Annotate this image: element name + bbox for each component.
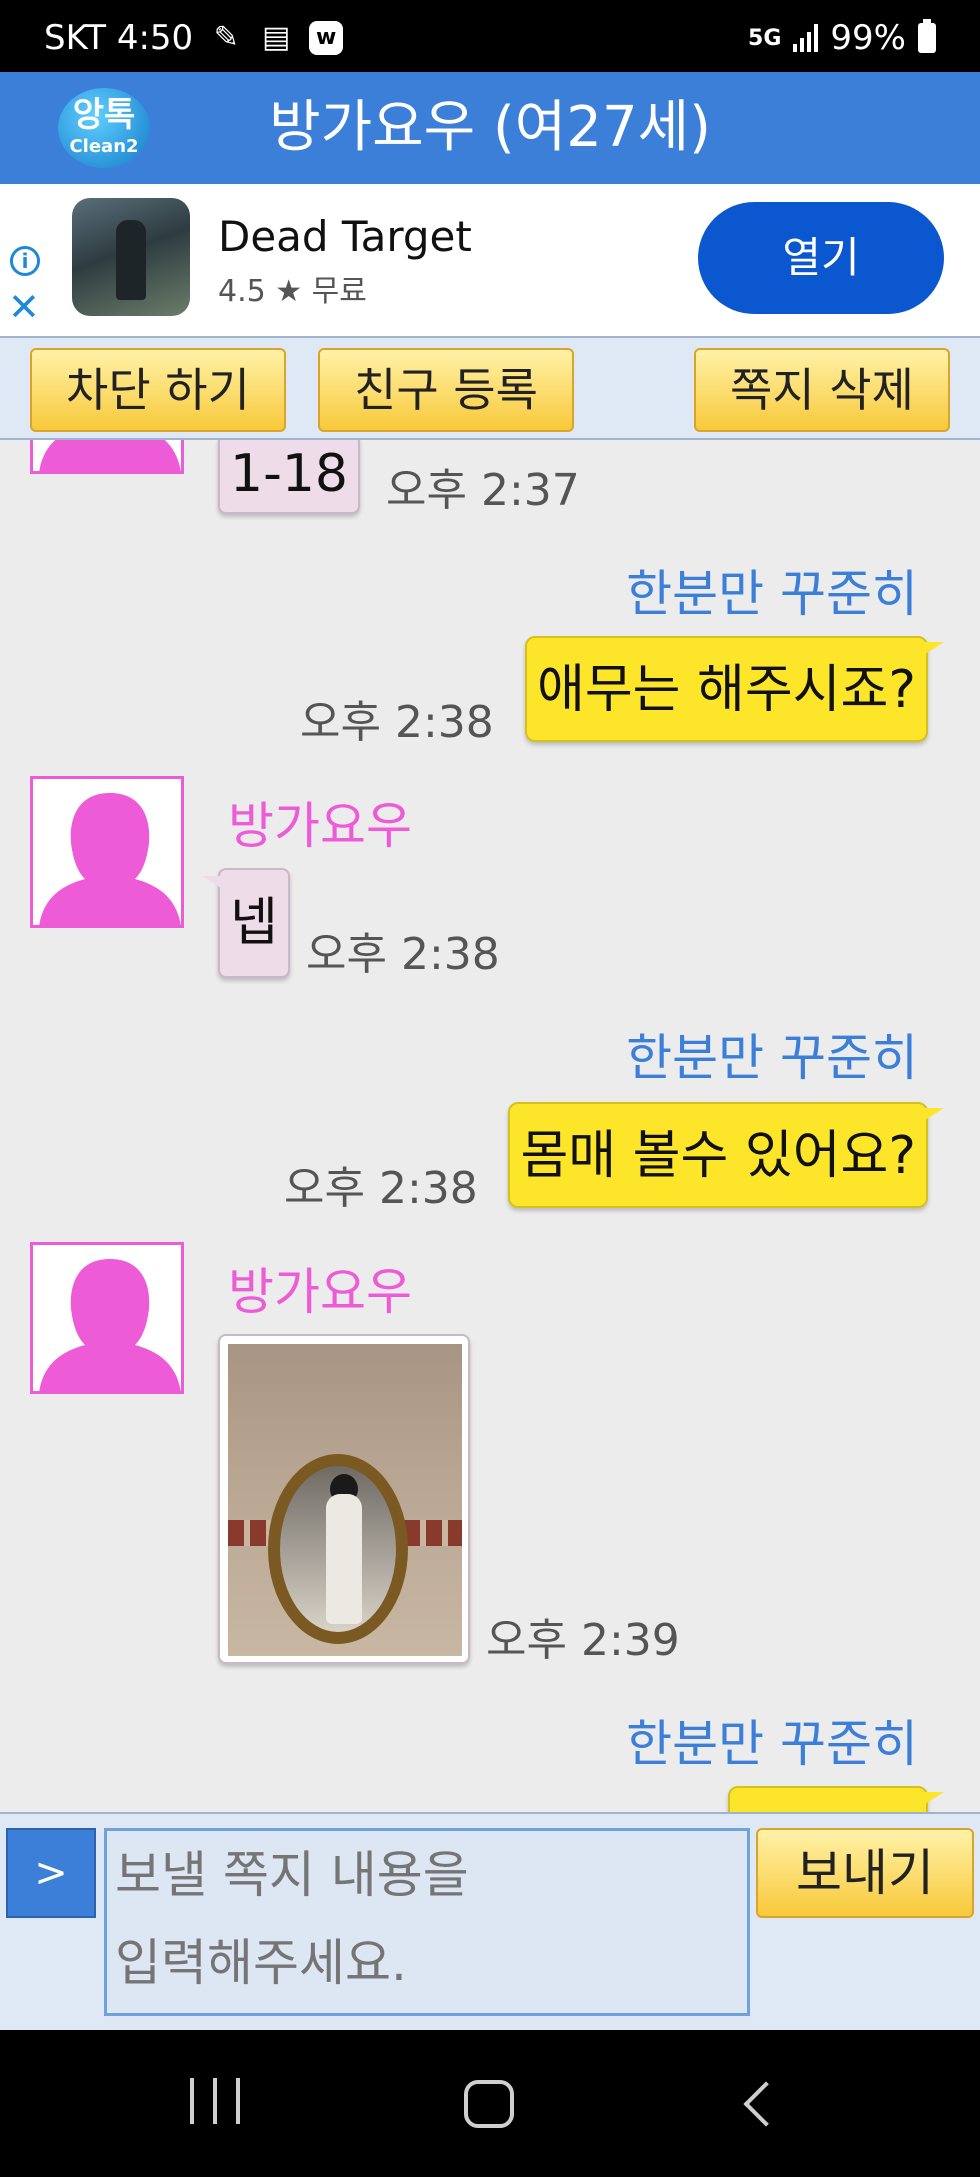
- message-time: 오후 2:38: [284, 1163, 478, 1214]
- logo-sub-text: Clean2: [69, 136, 139, 157]
- gallery-icon: ▤: [261, 20, 291, 55]
- status-right: 5G 99%: [748, 18, 936, 58]
- message-time: 오후 2:38: [306, 929, 500, 980]
- avatar[interactable]: [30, 776, 184, 928]
- block-button[interactable]: 차단 하기: [30, 348, 286, 432]
- photo-message[interactable]: [218, 1334, 470, 1664]
- signal-icon: [793, 24, 819, 52]
- female-silhouette-icon: [39, 1259, 181, 1391]
- avatar[interactable]: [30, 440, 184, 474]
- ad-banner[interactable]: i ✕ Dead Target 4.5 ★ 무료 열기: [0, 184, 980, 336]
- battery-icon: [918, 19, 936, 53]
- sender-name: 한분만 꾸준히: [626, 565, 918, 623]
- ad-rating: 4.5 ★ 무료: [218, 274, 367, 309]
- ad-close-icon[interactable]: ✕: [8, 288, 40, 326]
- delete-message-button[interactable]: 쪽지 삭제: [694, 348, 950, 432]
- message-time: 오후 2:37: [386, 465, 580, 516]
- photo-image: [228, 1344, 462, 1656]
- avatar[interactable]: [30, 1242, 184, 1394]
- message-bubble[interactable]: 1-18: [218, 440, 361, 514]
- sender-name: 방가요우: [228, 797, 412, 855]
- ad-app-name[interactable]: Dead Target: [218, 212, 472, 261]
- message-time: 오후 2:39: [486, 1615, 680, 1666]
- ad-app-icon[interactable]: [72, 198, 190, 316]
- app-logo[interactable]: 앙톡 Clean2: [58, 88, 150, 168]
- message-input-bar: > 보내기: [0, 1812, 980, 2030]
- system-nav-bar: [0, 2030, 980, 2177]
- back-icon[interactable]: [743, 2081, 789, 2127]
- network-label: 5G: [748, 25, 782, 51]
- figure-body: [326, 1494, 362, 1624]
- feather-icon: ✎: [213, 20, 239, 55]
- action-bar: 차단 하기 친구 등록 쪽지 삭제: [0, 336, 980, 440]
- send-button[interactable]: 보내기: [756, 1828, 974, 1918]
- message-bubble[interactable]: 몸매 볼수 있어요?: [508, 1102, 944, 1208]
- ad-open-button[interactable]: 열기: [698, 202, 944, 314]
- sender-name: 한분만 꾸준히: [626, 1029, 918, 1087]
- female-silhouette-icon: [39, 440, 181, 471]
- add-friend-button[interactable]: 친구 등록: [318, 348, 574, 432]
- w-app-icon: w: [309, 21, 344, 55]
- battery-percent: 99%: [830, 18, 906, 58]
- message-bubble[interactable]: 넵: [202, 868, 290, 978]
- sender-name: 한분만 꾸준히: [626, 1715, 918, 1773]
- logo-main-text: 앙톡: [72, 95, 136, 135]
- expand-toggle-button[interactable]: >: [6, 1828, 96, 1918]
- message-bubble[interactable]: 애무는 해주시죠?: [524, 636, 945, 742]
- carrier-time: SKT 4:50: [44, 18, 194, 58]
- sender-name: 방가요우: [228, 1263, 412, 1321]
- status-left: SKT 4:50 ✎ ▤ w: [44, 18, 344, 58]
- message-bubble[interactable]: [728, 1786, 944, 1812]
- ad-info-icon[interactable]: i: [10, 246, 40, 276]
- recent-apps-icon[interactable]: [190, 2078, 240, 2130]
- home-icon[interactable]: [464, 2080, 514, 2128]
- message-time: 오후 2:38: [300, 697, 494, 748]
- female-silhouette-icon: [39, 793, 181, 925]
- status-bar: SKT 4:50 ✎ ▤ w 5G 99%: [0, 0, 980, 72]
- message-input[interactable]: [104, 1828, 750, 2016]
- title-bar: 방가요우 (여27세) 앙톡 Clean2: [0, 72, 980, 184]
- chat-area[interactable]: 1-18 오후 2:37 한분만 꾸준히 애무는 해주시죠? 오후 2:38 방…: [0, 440, 980, 1812]
